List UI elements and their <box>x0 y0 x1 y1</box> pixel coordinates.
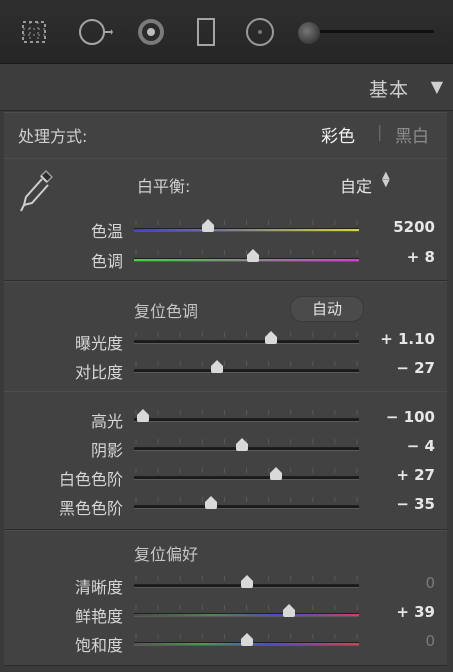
slider-track[interactable] <box>134 505 359 509</box>
treatment-separator: | <box>377 122 383 141</box>
slider-label: 阴影 <box>90 441 123 460</box>
slider-label: 高光 <box>90 412 123 431</box>
tone-detail-section: 高光 − 100 阴影 − 4 白色色阶 + 27 黑色色阶 − 35 <box>4 391 447 530</box>
slider-row: 色调 + 8 <box>4 245 447 273</box>
eyedropper-icon[interactable] <box>16 167 56 215</box>
slider-track[interactable] <box>134 476 359 480</box>
lightroom-develop-panel: 基本 ▼ 处理方式: 彩色 | 黑白 白平衡: 自定 ▲ ▼ 色温 5200 色调 + … <box>0 0 453 672</box>
white-balance-section: 白平衡: 自定 ▲ ▼ 色温 5200 色调 + 8 <box>4 158 447 281</box>
slider-row: 阴影 − 4 <box>4 434 447 462</box>
slider-row: 鲜艳度 + 39 <box>4 600 447 628</box>
collapse-triangle-icon[interactable]: ▼ <box>431 77 443 96</box>
slider-track[interactable] <box>134 613 359 617</box>
slider-label: 色调 <box>90 252 123 271</box>
slider-label: 色温 <box>90 222 123 241</box>
slider-value[interactable]: + 39 <box>396 603 435 621</box>
slider-value[interactable]: + 1.10 <box>380 330 435 348</box>
crop-overlay-icon[interactable] <box>16 14 52 50</box>
slider-track[interactable] <box>134 418 359 422</box>
slider-label: 曝光度 <box>74 334 123 353</box>
graduated-filter-icon[interactable] <box>188 14 224 50</box>
adjustment-brush-icon[interactable] <box>298 22 320 44</box>
tone-section: 复位色调 自动 曝光度 + 1.10 对比度 − 27 <box>4 281 447 392</box>
slider-label: 对比度 <box>74 363 123 382</box>
slider-value[interactable]: + 8 <box>407 248 435 266</box>
slider-track[interactable] <box>134 228 359 232</box>
slider-ticks <box>135 220 358 225</box>
treatment-color-option[interactable]: 彩色 <box>321 122 355 147</box>
slider-ticks <box>135 332 358 337</box>
slider-value[interactable]: 5200 <box>393 218 435 236</box>
white-balance-preset[interactable]: 自定 <box>340 173 372 197</box>
treatment-label: 处理方式: <box>18 127 88 146</box>
slider-row: 色温 5200 <box>4 215 447 243</box>
slider-row: 对比度 − 27 <box>4 356 447 384</box>
white-balance-label: 白平衡: <box>137 177 191 196</box>
slider-row: 高光 − 100 <box>4 405 447 433</box>
slider-ticks <box>135 361 358 366</box>
slider-label: 白色色阶 <box>58 470 123 489</box>
slider-value[interactable]: − 100 <box>386 408 435 426</box>
slider-ticks <box>135 497 358 502</box>
presence-section: 复位偏好 清晰度 0 鲜艳度 + 39 饱和度 0 <box>4 530 447 666</box>
slider-row: 曝光度 + 1.10 <box>4 327 447 355</box>
slider-ticks <box>135 410 358 415</box>
radial-filter-icon[interactable] <box>242 14 278 50</box>
slider-row: 白色色阶 + 27 <box>4 463 447 491</box>
slider-label: 鲜艳度 <box>74 607 123 626</box>
slider-track[interactable] <box>134 369 359 373</box>
slider-ticks <box>135 468 358 473</box>
slider-value[interactable]: − 27 <box>396 359 435 377</box>
treatment-bw-option[interactable]: 黑白 <box>395 122 429 147</box>
panel-title: 基本 <box>368 79 409 101</box>
slider-row: 黑色色阶 − 35 <box>4 492 447 520</box>
white-balance-spin-icon[interactable]: ▲ ▼ <box>382 171 390 189</box>
reset-presence-label[interactable]: 复位偏好 <box>134 541 198 565</box>
tool-strip <box>0 0 453 64</box>
slider-row: 饱和度 0 <box>4 629 447 657</box>
panel-header[interactable]: 基本 ▼ <box>0 64 453 111</box>
slider-value[interactable]: 0 <box>425 574 435 592</box>
slider-value[interactable]: + 27 <box>396 466 435 484</box>
brush-size-track[interactable] <box>300 30 434 33</box>
treatment-row: 处理方式: 彩色 | 黑白 <box>4 112 447 159</box>
slider-label: 饱和度 <box>74 636 123 655</box>
slider-value[interactable]: − 35 <box>396 495 435 513</box>
slider-label: 黑色色阶 <box>58 499 123 518</box>
slider-value[interactable]: − 4 <box>407 437 435 455</box>
slider-label: 清晰度 <box>74 578 123 597</box>
spot-removal-icon[interactable] <box>77 14 113 50</box>
reset-tone-label[interactable]: 复位色调 <box>134 298 198 322</box>
auto-tone-button[interactable]: 自动 <box>290 296 364 322</box>
red-eye-icon[interactable] <box>133 14 169 50</box>
slider-track[interactable] <box>134 340 359 344</box>
slider-row: 清晰度 0 <box>4 571 447 599</box>
slider-ticks <box>135 605 358 610</box>
slider-value[interactable]: 0 <box>425 632 435 650</box>
